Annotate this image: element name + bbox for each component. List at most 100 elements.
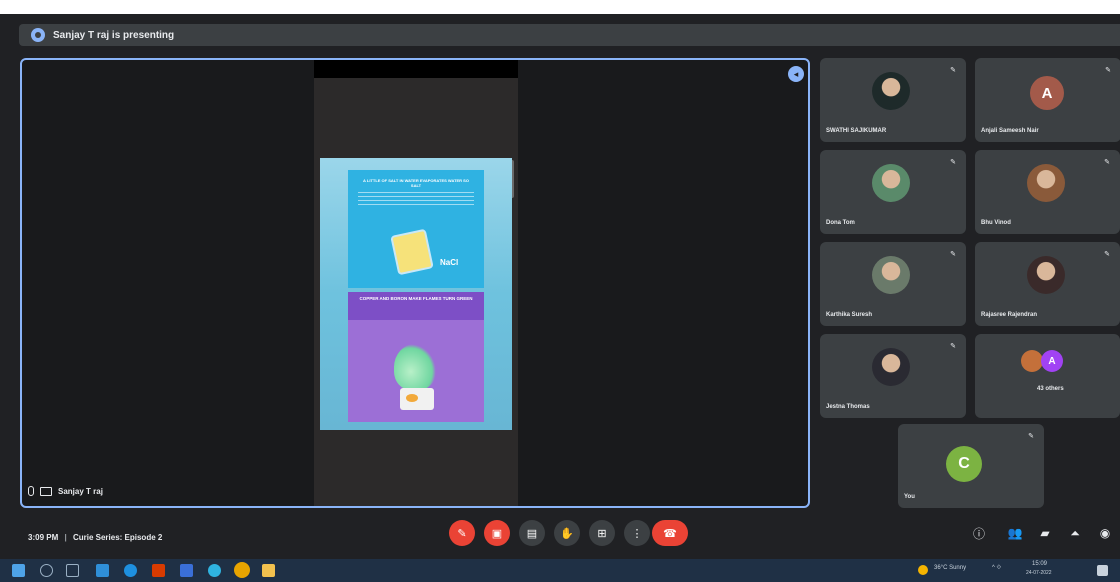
shared-screen-header	[314, 60, 518, 78]
weather-icon	[918, 565, 928, 575]
poster-panel-flame-title: COPPER AND BORON MAKE FLAMES TURN GREEN	[359, 296, 473, 301]
mic-off-icon: ✎	[1104, 251, 1110, 258]
participant-name: 43 others	[1037, 386, 1064, 392]
presenting-banner: Sanjay T raj is presenting	[19, 24, 1120, 46]
participant-photo	[872, 256, 910, 294]
poster-panel-flame: COPPER AND BORON MAKE FLAMES TURN GREEN	[348, 292, 484, 422]
office-icon[interactable]	[152, 564, 165, 577]
hang-up-icon: ☎	[663, 527, 677, 540]
edge-icon[interactable]	[96, 564, 109, 577]
file-explorer-icon[interactable]	[262, 564, 275, 577]
participant-tile[interactable]: ✎ Karthika Suresh	[820, 242, 966, 326]
participant-tile[interactable]: ✎ Bhu Vinod	[975, 150, 1120, 234]
mic-off-icon: ✎	[950, 67, 956, 74]
search-icon[interactable]	[40, 564, 53, 577]
participant-name: Jestna Thomas	[826, 404, 870, 410]
chat-icon: ▰	[1040, 526, 1050, 540]
chat-button[interactable]: ▰	[1036, 524, 1054, 542]
participant-tile[interactable]: ✎ Rajasree Rajendran	[975, 242, 1120, 326]
participant-avatar	[1021, 350, 1043, 372]
dish-illustration	[400, 388, 434, 410]
poster-panel-salt-text	[358, 192, 474, 208]
mail-icon[interactable]	[180, 564, 193, 577]
mic-off-icon: ✎	[950, 343, 956, 350]
captions-button[interactable]: ▤	[519, 520, 545, 546]
participant-name: Anjali Sameesh Nair	[981, 128, 1039, 134]
camera-off-button[interactable]: ▣	[484, 520, 510, 546]
mic-off-icon: ✎	[457, 527, 467, 540]
task-view-icon[interactable]	[66, 564, 79, 577]
participant-tile[interactable]: ✎ Dona Tom	[820, 150, 966, 234]
participant-photo	[872, 72, 910, 110]
meeting-controls-bar: 3:09 PM | Curie Series: Episode 2 ✎ ▣ ▤ ✋ ⊞ ⋮…	[0, 520, 1120, 559]
weather-text: 36°C Sunny	[934, 565, 967, 571]
presenter-name: Sanjay T raj	[58, 486, 103, 496]
participant-tile[interactable]: ✎ SWATHI SAJIKUMAR	[820, 58, 966, 142]
leave-call-button[interactable]: ☎	[652, 520, 688, 546]
participant-name: SWATHI SAJIKUMAR	[826, 128, 887, 134]
participant-photo	[872, 164, 910, 202]
presentation-tile[interactable]: A LITTLE OF SALT IN WATER EVAPORATES WAT…	[20, 58, 810, 508]
presenting-icon	[31, 28, 45, 42]
participant-tile[interactable]: A 43 others	[975, 334, 1120, 418]
clock-date: 24-07-2022	[1026, 570, 1052, 576]
mic-off-button[interactable]: ✎	[449, 520, 475, 546]
present-icon: ⊞	[597, 527, 607, 540]
green-flame-illustration	[394, 344, 436, 390]
captions-icon: ▤	[526, 527, 538, 540]
pin-icon[interactable]: ◂	[788, 66, 804, 82]
clock-time: 15:09	[1032, 561, 1048, 567]
self-avatar: C	[946, 446, 982, 482]
hand-icon: ✋	[560, 527, 574, 540]
mic-off-icon: ✎	[950, 251, 956, 258]
info-button[interactable]: ⓘ	[970, 524, 988, 542]
screen: Sanjay T raj is presenting A LITTLE OF S…	[0, 0, 1120, 582]
activities-button[interactable]: ⏶	[1066, 524, 1084, 542]
present-button[interactable]: ⊞	[589, 520, 615, 546]
poster-panel-salt-title: A LITTLE OF SALT IN WATER EVAPORATES WAT…	[363, 178, 469, 188]
start-button[interactable]	[12, 564, 25, 577]
people-icon: 👥	[1007, 526, 1023, 540]
shared-poster: A LITTLE OF SALT IN WATER EVAPORATES WAT…	[320, 158, 512, 430]
skype-icon[interactable]	[124, 564, 137, 577]
participant-avatar: A	[1030, 76, 1064, 110]
nacl-label: NaCl	[440, 258, 459, 267]
participant-photo	[1027, 256, 1065, 294]
shield-icon: ◉	[1099, 526, 1111, 540]
screen-share-icon	[40, 486, 52, 496]
salt-jar-illustration	[390, 228, 434, 276]
camera-off-icon: ▣	[491, 527, 503, 540]
more-vert-icon: ⋮	[631, 527, 643, 540]
meeting-info: 3:09 PM | Curie Series: Episode 2	[28, 533, 162, 542]
info-icon: ⓘ	[972, 526, 985, 541]
participant-avatar-letter: A	[1041, 350, 1063, 372]
meeting-title: Curie Series: Episode 2	[72, 533, 163, 542]
windows-taskbar: 36°C Sunny ^ ⟐ 15:09 24-07-2022	[0, 559, 1120, 582]
people-button[interactable]: 👥	[1006, 524, 1024, 542]
presenting-text: Sanjay T raj is presenting	[53, 29, 175, 41]
notification-icon[interactable]	[1097, 565, 1108, 576]
participant-tile[interactable]: A ✎ Anjali Sameesh Nair	[975, 58, 1120, 142]
participant-name: Bhu Vinod	[981, 220, 1011, 226]
mic-icon	[28, 486, 34, 496]
poster-panel-salt: A LITTLE OF SALT IN WATER EVAPORATES WAT…	[348, 170, 484, 288]
meeting-time: 3:09 PM	[28, 533, 59, 542]
mic-off-icon: ✎	[1104, 159, 1110, 166]
self-name: You	[904, 494, 915, 500]
participant-tile[interactable]: ✎ Jestna Thomas	[820, 334, 966, 418]
host-controls-button[interactable]: ◉	[1096, 524, 1114, 542]
presenter-label: Sanjay T raj	[28, 486, 103, 496]
activities-icon: ⏶	[1070, 525, 1080, 540]
more-options-button[interactable]: ⋮	[624, 520, 650, 546]
mic-off-icon: ✎	[1028, 433, 1034, 440]
raise-hand-button[interactable]: ✋	[554, 520, 580, 546]
top-margin	[0, 0, 1120, 14]
browser-icon[interactable]	[208, 564, 221, 577]
tray-icons[interactable]: ^ ⟐	[992, 565, 1001, 572]
participant-name: Karthika Suresh	[826, 312, 873, 318]
participant-photo	[872, 348, 910, 386]
self-tile[interactable]: C ✎ You	[898, 424, 1044, 508]
chrome-icon[interactable]	[234, 562, 250, 578]
participant-name: Dona Tom	[826, 220, 855, 226]
meeting-separator: |	[64, 533, 67, 542]
